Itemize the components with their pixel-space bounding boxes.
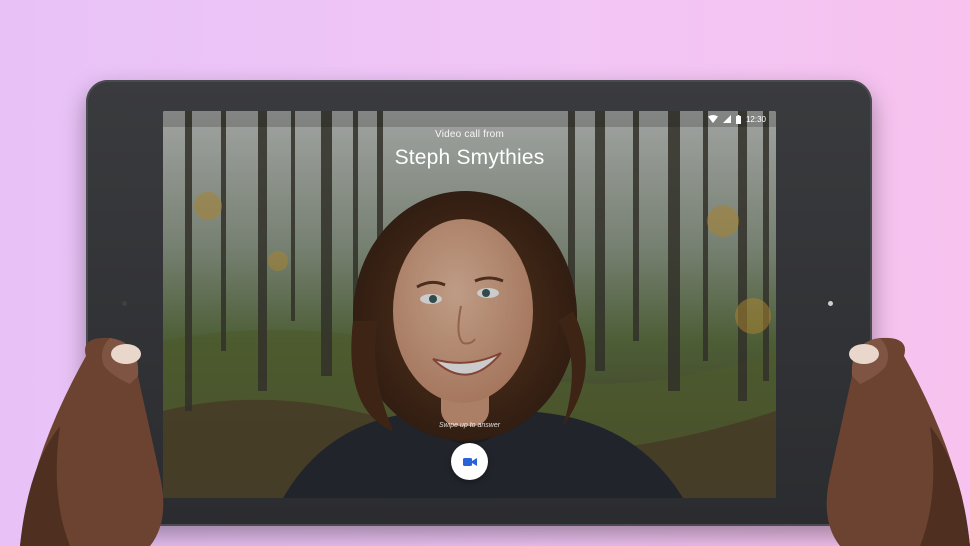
front-camera [828,301,833,306]
battery-icon [735,114,741,124]
left-hand [20,337,164,546]
swipe-to-answer-hint: Swipe up to answer [438,422,501,429]
video-camera-icon [462,457,477,466]
incoming-video-call-screen: 12:30 Video call from Steph Smythies Swi… [163,111,776,498]
cell-signal-icon [722,115,731,123]
status-time: 12:30 [745,114,766,124]
front-sensor [122,301,127,306]
caller-header: Video call from Steph Smythies [163,129,776,170]
wifi-icon [707,115,718,123]
answer-video-call-button[interactable] [451,443,488,480]
right-hand [826,337,970,546]
caller-name: Steph Smythies [394,146,545,169]
status-bar: 12:30 [163,111,776,127]
call-type-label: Video call from [435,129,504,140]
